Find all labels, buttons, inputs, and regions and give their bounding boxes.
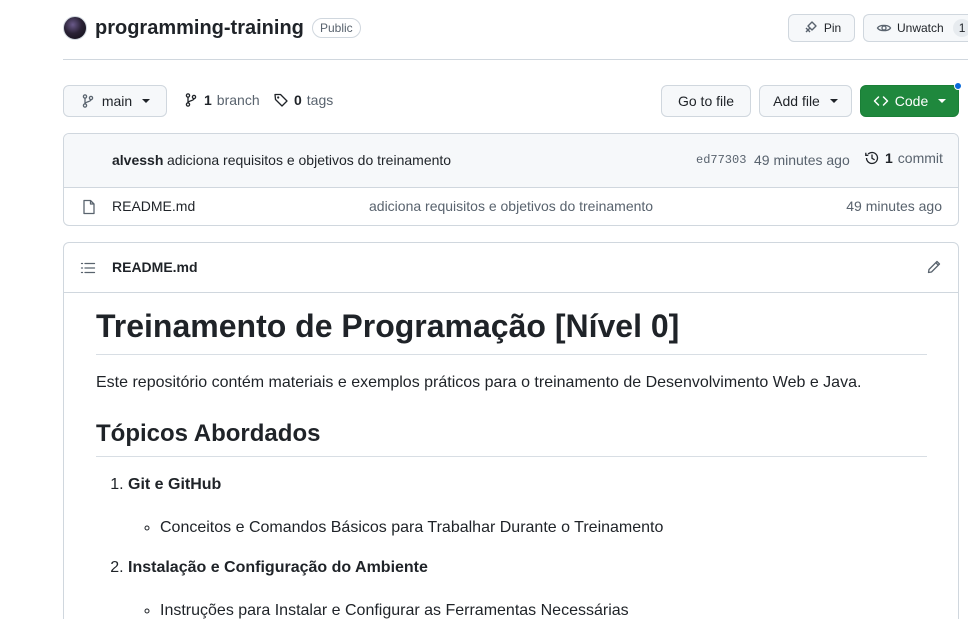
readme-content: Treinamento de Programação [Nível 0] Est…	[96, 293, 927, 619]
eye-icon	[876, 20, 892, 36]
readme-filename[interactable]: README.md	[112, 259, 198, 275]
commit-author[interactable]: alvessh	[112, 152, 163, 168]
branch-name: main	[101, 93, 133, 109]
topics-heading: Tópicos Abordados	[96, 419, 927, 457]
commit-hash[interactable]: ed77303	[696, 153, 746, 167]
topic-title: Git e GitHub	[128, 476, 222, 493]
commit-message[interactable]: adiciona requisitos e objetivos do trein…	[167, 152, 451, 168]
repo-name[interactable]: programming-training	[95, 16, 304, 40]
owner-avatar[interactable]	[63, 16, 87, 40]
code-icon	[873, 93, 889, 109]
branches-count: 1	[204, 92, 212, 108]
code-label: Code	[894, 93, 929, 109]
topic-subitems: Conceitos e Comandos Básicos para Trabal…	[128, 516, 927, 540]
file-row[interactable]: README.md adiciona requisitos e objetivo…	[64, 188, 958, 225]
unwatch-label: Unwatch	[897, 21, 944, 35]
tags-link[interactable]: 0 tags	[273, 92, 333, 108]
file-commit-message[interactable]: adiciona requisitos e objetivos do trein…	[369, 198, 653, 214]
add-file-label: Add file	[773, 93, 820, 109]
tag-icon	[273, 92, 289, 108]
watch-counter: 1	[952, 19, 968, 37]
topic-title: Instalação e Configuração do Ambiente	[128, 559, 428, 576]
latest-commit-row: alvessh adiciona requisitos e objetivos …	[64, 134, 958, 188]
notification-dot	[954, 82, 962, 90]
commit-count-label: commit	[897, 150, 943, 166]
tags-label: tags	[306, 92, 334, 108]
branch-icon	[80, 93, 96, 109]
file-name[interactable]: README.md	[112, 198, 195, 214]
visibility-badge: Public	[312, 18, 361, 38]
topics-list: Git e GitHub Conceitos e Comandos Básico…	[96, 473, 927, 619]
topic-subitem: Instruções para Instalar e Configurar as…	[160, 599, 927, 619]
branches-label: branch	[216, 92, 260, 108]
repo-header: programming-training Public Pin Unwatch …	[63, 14, 968, 60]
go-to-file-label: Go to file	[677, 93, 735, 109]
file-icon	[81, 199, 97, 215]
branch-count-icon	[183, 92, 199, 108]
readme-box: README.md Treinamento de Programação [Ní…	[63, 242, 959, 619]
readme-header: README.md	[64, 243, 958, 293]
branches-link[interactable]: 1 branch	[183, 92, 260, 108]
branch-selector[interactable]: main	[63, 85, 167, 117]
commit-count: 1	[885, 150, 893, 166]
commit-history-link[interactable]: 1 commit	[864, 150, 943, 166]
list-icon[interactable]	[80, 260, 96, 276]
unwatch-button[interactable]: Unwatch 1	[863, 14, 968, 42]
topic-subitem: Conceitos e Comandos Básicos para Trabal…	[160, 516, 927, 540]
pencil-icon[interactable]	[926, 259, 942, 275]
file-time: 49 minutes ago	[846, 198, 942, 214]
pin-icon	[802, 20, 818, 36]
tags-count: 0	[294, 92, 302, 108]
history-icon	[864, 150, 880, 166]
topic-item: Git e GitHub Conceitos e Comandos Básico…	[128, 473, 927, 540]
pin-label: Pin	[823, 21, 842, 35]
go-to-file-button[interactable]: Go to file	[661, 85, 751, 117]
add-file-button[interactable]: Add file	[759, 85, 852, 117]
pin-button[interactable]: Pin	[788, 14, 855, 42]
chevron-down-icon	[938, 99, 947, 103]
topic-subitems: Instruções para Instalar e Configurar as…	[128, 599, 927, 619]
readme-heading: Treinamento de Programação [Nível 0]	[96, 306, 927, 355]
chevron-down-icon	[829, 99, 838, 103]
topic-item: Instalação e Configuração do Ambiente In…	[128, 556, 927, 619]
code-button[interactable]: Code	[860, 85, 959, 117]
chevron-down-icon	[142, 99, 151, 103]
file-table: alvessh adiciona requisitos e objetivos …	[63, 133, 959, 226]
readme-intro: Este repositório contém materiais e exem…	[96, 374, 862, 391]
commit-time: 49 minutes ago	[754, 152, 850, 168]
